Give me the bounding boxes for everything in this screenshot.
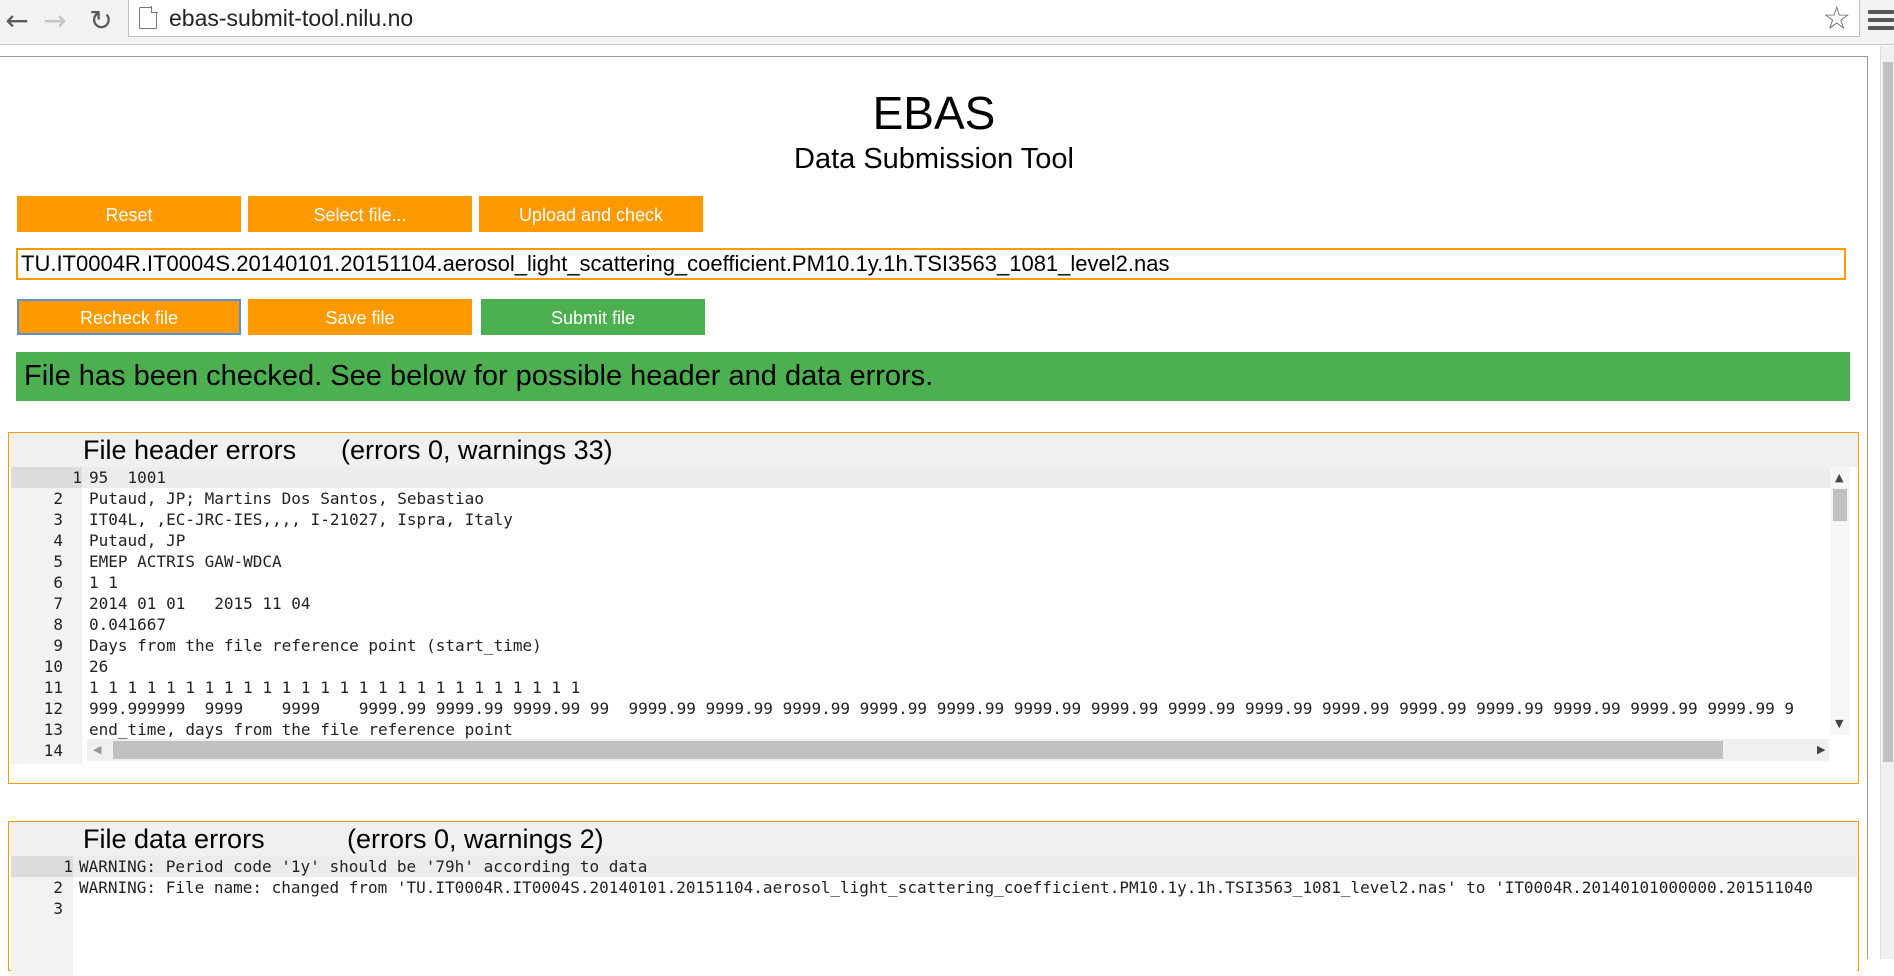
line-text: EMEP ACTRIS GAW-WDCA xyxy=(89,552,282,571)
scroll-left-icon[interactable]: ◀ xyxy=(93,743,101,756)
line-text: 26 xyxy=(89,657,109,676)
line-number: 5 xyxy=(53,552,63,571)
submit-file-button[interactable]: Submit file xyxy=(481,299,705,335)
line-number: 1 xyxy=(11,467,82,488)
editor-line[interactable]: 7 2014 01 01 2015 11 04 xyxy=(11,593,1830,614)
page-scrollbar[interactable] xyxy=(1880,46,1894,959)
line-text: end_time, days from the file reference p… xyxy=(89,720,513,739)
data-errors-editor[interactable]: 1 WARNING: Period code '1y' should be '79… xyxy=(11,856,1857,976)
line-text: WARNING: Period code '1y' should be '79h… xyxy=(79,857,648,876)
page-frame-top xyxy=(0,56,1868,57)
editor-line[interactable]: 3 IT04L, ,EC-JRC-IES,,,, I-21027, Ispra, … xyxy=(11,509,1830,530)
data-errors-title: File data errors xyxy=(83,824,265,854)
editor-line[interactable]: 9 Days from the file reference point (sta… xyxy=(11,635,1830,656)
line-number: 6 xyxy=(53,573,63,592)
page-title: EBAS xyxy=(872,87,996,139)
line-text: 1 1 1 1 1 1 1 1 1 1 1 1 1 1 1 1 1 1 1 1 … xyxy=(89,678,581,697)
editor-line[interactable]: 2 WARNING: File name: changed from 'TU.IT… xyxy=(11,877,1857,898)
editor-line[interactable]: 6 1 1 xyxy=(11,572,1830,593)
header-errors-heading: File header errors (errors 0, warnings 3… xyxy=(9,433,1858,467)
line-number: 12 xyxy=(43,699,63,718)
select-file-button[interactable]: Select file... xyxy=(248,196,472,232)
header-errors-vscroll-thumb[interactable] xyxy=(1833,489,1847,521)
line-text: 1 1 xyxy=(89,573,118,592)
editor-line[interactable]: 11 1 1 1 1 1 1 1 1 1 1 1 1 1 1 1 1 1 1 1 … xyxy=(11,677,1830,698)
line-number: 11 xyxy=(43,678,63,697)
data-errors-heading: File data errors (errors 0, warnings 2) xyxy=(9,822,1858,856)
scroll-up-icon[interactable]: ▲ xyxy=(1835,471,1843,484)
back-arrow-icon[interactable]: ← xyxy=(0,4,34,38)
line-text: IT04L, ,EC-JRC-IES,,,, I-21027, Ispra, I… xyxy=(89,510,513,529)
header-errors-vscrollbar[interactable]: ▲ ▼ xyxy=(1830,467,1850,735)
status-message: File has been checked. See below for pos… xyxy=(16,352,1850,401)
line-number: 8 xyxy=(53,615,63,634)
upload-and-check-button[interactable]: Upload and check xyxy=(479,196,703,232)
line-number: 10 xyxy=(43,657,63,676)
browser-toolbar: ← → ↻ ebas-submit-tool.nilu.no ☆ xyxy=(0,0,1894,45)
line-number: 13 xyxy=(43,720,63,739)
header-errors-hscroll-thumb[interactable] xyxy=(113,741,1723,759)
url-text[interactable]: ebas-submit-tool.nilu.no xyxy=(169,5,413,32)
editor-line[interactable]: 3 xyxy=(11,898,1857,919)
recheck-file-button[interactable]: Recheck file xyxy=(17,299,241,335)
line-number: 1 xyxy=(11,856,73,877)
line-text: Putaud, JP xyxy=(89,531,186,550)
address-bar[interactable]: ebas-submit-tool.nilu.no ☆ xyxy=(128,0,1860,37)
header-errors-editor[interactable]: 1 95 1001 2 Putaud, JP; Martins Dos Santos,… xyxy=(11,467,1830,764)
hamburger-menu-icon[interactable] xyxy=(1868,6,1894,32)
scroll-right-icon[interactable]: ▶ xyxy=(1817,743,1825,756)
page-scrollbar-thumb[interactable] xyxy=(1883,62,1893,762)
filename-input[interactable]: TU.IT0004R.IT0004S.20140101.20151104.aer… xyxy=(16,248,1846,280)
line-number: 3 xyxy=(53,899,63,918)
editor-line[interactable]: 12 999.999999 9999 9999 9999.99 9999.99 9… xyxy=(11,698,1830,719)
scroll-down-icon[interactable]: ▼ xyxy=(1835,717,1843,730)
line-number: 2 xyxy=(53,489,63,508)
header-errors-hscrollbar[interactable]: ◀ ▶ xyxy=(87,739,1829,761)
editor-line[interactable]: 4 Putaud, JP xyxy=(11,530,1830,551)
page-frame-right xyxy=(1867,56,1868,959)
star-icon[interactable]: ☆ xyxy=(1822,0,1851,37)
line-text: Putaud, JP; Martins Dos Santos, Sebastia… xyxy=(89,489,484,508)
editor-line[interactable]: 10 26 xyxy=(11,656,1830,677)
line-text: Days from the file reference point (star… xyxy=(89,636,542,655)
reset-button[interactable]: Reset xyxy=(17,196,241,232)
line-number: 3 xyxy=(53,510,63,529)
line-text: 95 1001 xyxy=(89,468,167,487)
line-number: 2 xyxy=(53,878,63,897)
header-errors-panel: File header errors (errors 0, warnings 3… xyxy=(8,432,1859,784)
line-number: 14 xyxy=(43,741,63,760)
line-text: 0.041667 xyxy=(89,615,167,634)
line-number: 4 xyxy=(53,531,63,550)
line-number: 7 xyxy=(53,594,63,613)
line-number: 9 xyxy=(53,636,63,655)
forward-arrow-icon[interactable]: → xyxy=(38,4,72,38)
save-file-button[interactable]: Save file xyxy=(248,299,472,335)
line-text: 2014 01 01 2015 11 04 xyxy=(89,594,311,613)
reload-icon[interactable]: ↻ xyxy=(84,4,118,38)
line-text: 999.999999 9999 9999 9999.99 9999.99 999… xyxy=(89,699,1795,718)
editor-line[interactable]: 1 WARNING: Period code '1y' should be '79… xyxy=(11,856,1857,877)
editor-line[interactable]: 2 Putaud, JP; Martins Dos Santos, Sebasti… xyxy=(11,488,1830,509)
data-errors-counts: (errors 0, warnings 2) xyxy=(347,824,604,854)
editor-line[interactable]: 5 EMEP ACTRIS GAW-WDCA xyxy=(11,551,1830,572)
header-errors-title: File header errors xyxy=(83,435,297,465)
editor-line[interactable]: 8 0.041667 xyxy=(11,614,1830,635)
data-errors-panel: File data errors (errors 0, warnings 2) … xyxy=(8,821,1859,976)
header-errors-counts: (errors 0, warnings 33) xyxy=(341,435,613,465)
line-text: WARNING: File name: changed from 'TU.IT0… xyxy=(79,878,1813,897)
page-icon xyxy=(139,6,158,29)
page-subtitle: Data Submission Tool xyxy=(794,143,1074,175)
editor-line[interactable]: 13 end_time, days from the file reference… xyxy=(11,719,1830,740)
editor-line[interactable]: 1 95 1001 xyxy=(11,467,1830,488)
